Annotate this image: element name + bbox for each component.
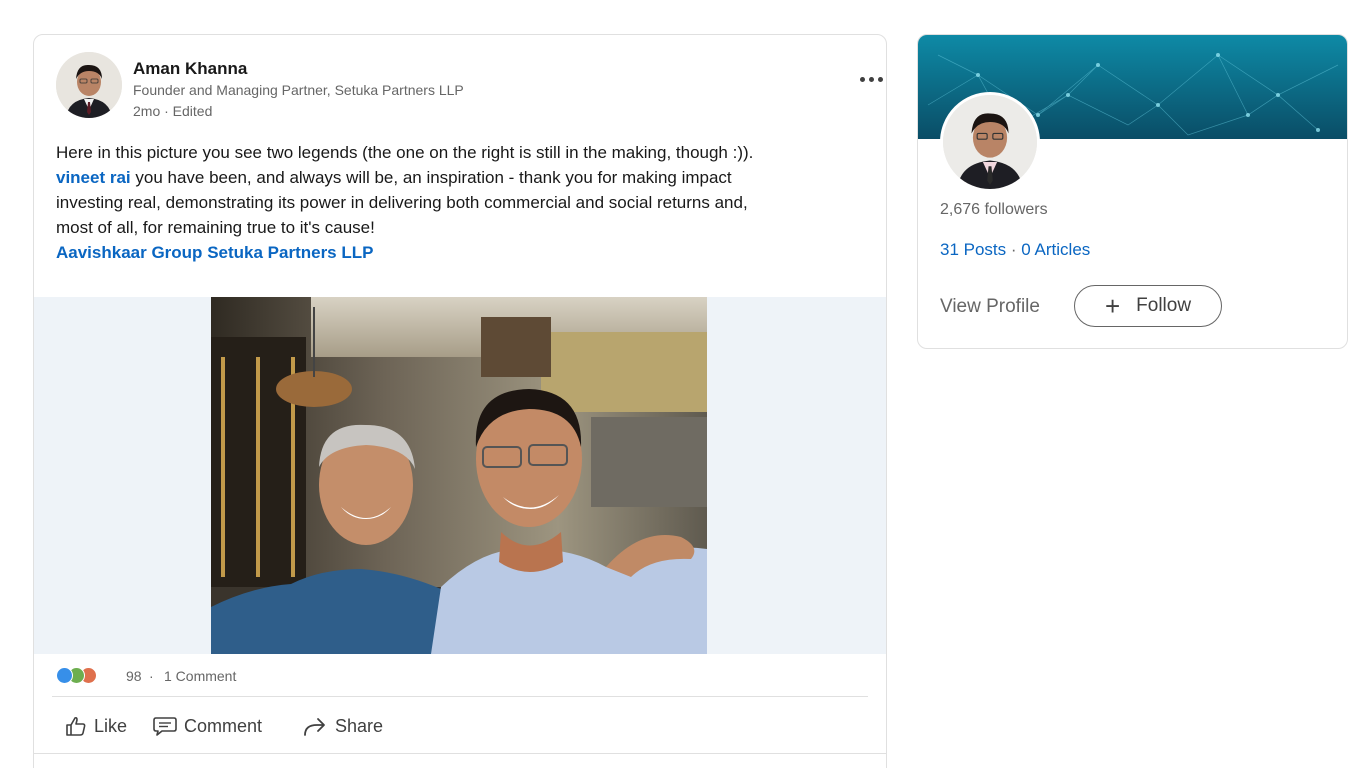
reaction-count[interactable]: 98: [126, 668, 142, 684]
separator-dot: ·: [149, 668, 154, 684]
profile-card: 2,676 followers 31 Posts · 0 Articles Vi…: [917, 34, 1348, 349]
follow-button[interactable]: + Follow: [1074, 285, 1222, 327]
post-text-line: investing real, demonstrating its power …: [56, 193, 748, 212]
articles-link[interactable]: 0 Articles: [1021, 240, 1090, 259]
plus-icon: +: [1104, 291, 1121, 321]
like-reaction-icon: [56, 667, 73, 684]
author-avatar[interactable]: [56, 52, 122, 118]
post-card: Aman Khanna Founder and Managing Partner…: [33, 34, 887, 768]
share-button[interactable]: Share: [301, 711, 383, 741]
post-text-line: Here in this picture you see two legends…: [56, 143, 754, 162]
more-options-button[interactable]: [860, 69, 892, 89]
post-timestamp: 2mo · Edited: [133, 103, 213, 119]
post-media-area: [34, 297, 886, 654]
person-avatar-icon: [56, 52, 122, 118]
person-avatar-icon: [943, 95, 1037, 189]
post-actions: Like Comment Share: [56, 711, 656, 741]
tag-links: Aavishkaar Group Setuka Partners LLP: [56, 240, 866, 265]
divider: [52, 696, 868, 697]
posts-link[interactable]: 31 Posts: [940, 240, 1006, 259]
share-label: Share: [335, 715, 384, 736]
thumbs-up-icon: [66, 716, 86, 736]
comment-icon: [153, 717, 177, 736]
profile-stats: 31 Posts · 0 Articles: [940, 240, 1090, 260]
comment-label: Comment: [184, 715, 263, 736]
post-text-line: most of all, for remaining true to it's …: [56, 218, 375, 237]
ellipsis-icon: [860, 77, 865, 82]
profile-avatar[interactable]: [940, 92, 1040, 192]
reactions-summary[interactable]: 98 · 1 Comment: [56, 665, 456, 687]
post-text-line: you have been, and always will be, an in…: [130, 168, 732, 187]
comment-button[interactable]: Comment: [152, 711, 262, 741]
mention-link[interactable]: vineet rai: [56, 168, 131, 187]
restaurant-selfie-image: [211, 297, 707, 654]
separator-dot: ·: [1010, 240, 1017, 259]
follow-label: Follow: [1136, 295, 1192, 316]
like-label: Like: [94, 715, 128, 736]
comment-count[interactable]: 1 Comment: [164, 668, 236, 684]
post-header: Aman Khanna Founder and Managing Partner…: [56, 52, 883, 122]
author-name[interactable]: Aman Khanna: [133, 59, 247, 79]
like-button[interactable]: Like: [64, 711, 127, 741]
post-photo[interactable]: [211, 297, 707, 654]
author-headline: Founder and Managing Partner, Setuka Par…: [133, 82, 464, 98]
divider: [34, 753, 886, 754]
follower-count: 2,676 followers: [940, 201, 1048, 218]
tag-link-aavishkaar[interactable]: Aavishkaar Group: [56, 243, 202, 262]
share-arrow-icon: [304, 718, 325, 736]
tag-link-setuka[interactable]: Setuka Partners LLP: [207, 243, 373, 262]
view-profile-link[interactable]: View Profile: [940, 296, 1040, 318]
page: Aman Khanna Founder and Managing Partner…: [0, 0, 1366, 768]
post-text: Here in this picture you see two legends…: [56, 140, 866, 265]
